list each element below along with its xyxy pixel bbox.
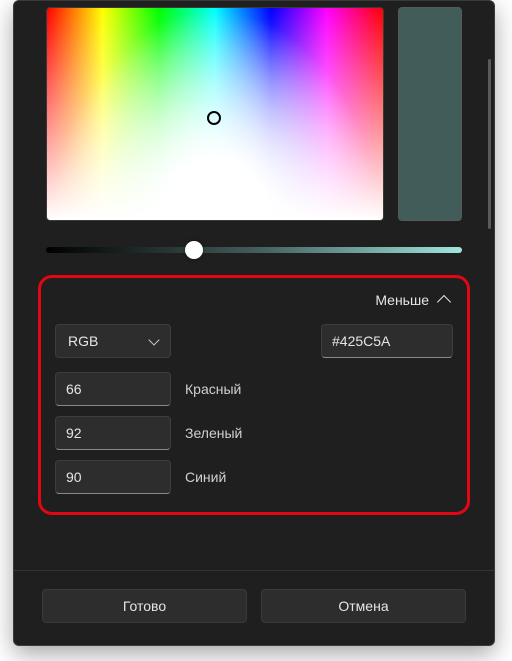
top-area	[14, 1, 494, 221]
green-label: Зеленый	[185, 425, 242, 441]
channel-row-red: 66 Красный	[55, 372, 453, 406]
value-slider-track[interactable]	[46, 247, 462, 253]
hex-input-value: #425C5A	[332, 333, 390, 349]
hex-input[interactable]: #425C5A	[321, 324, 453, 358]
ok-button[interactable]: Готово	[42, 589, 247, 623]
toggle-details[interactable]: Меньше	[55, 292, 453, 308]
cancel-button[interactable]: Отмена	[261, 589, 466, 623]
footer: Готово Отмена	[14, 570, 494, 645]
toggle-details-label: Меньше	[375, 292, 429, 308]
color-mode-select[interactable]: RGB	[55, 324, 171, 358]
red-input[interactable]: 66	[55, 372, 171, 406]
blue-input-value: 90	[66, 469, 82, 485]
value-slider-row	[14, 221, 494, 253]
green-input-value: 92	[66, 425, 82, 441]
chevron-down-icon	[148, 334, 159, 345]
scrollbar-thumb[interactable]	[488, 59, 491, 229]
red-input-value: 66	[66, 381, 82, 397]
green-input[interactable]: 92	[55, 416, 171, 450]
color-field[interactable]	[46, 7, 384, 221]
channel-row-blue: 90 Синий	[55, 460, 453, 494]
details-panel: Меньше RGB #425C5A 66 Красный 92 Зеленый	[38, 275, 470, 515]
chevron-up-icon	[437, 295, 451, 309]
sv-cursor[interactable]	[207, 111, 221, 125]
ok-button-label: Готово	[123, 598, 166, 614]
color-mode-value: RGB	[68, 333, 98, 349]
current-color-swatch	[398, 7, 462, 221]
blue-label: Синий	[185, 469, 226, 485]
red-label: Красный	[185, 381, 241, 397]
channel-row-green: 92 Зеленый	[55, 416, 453, 450]
color-picker-window: Меньше RGB #425C5A 66 Красный 92 Зеленый	[13, 0, 495, 646]
mode-row: RGB #425C5A	[55, 324, 453, 358]
value-slider-thumb[interactable]	[185, 241, 203, 259]
cancel-button-label: Отмена	[338, 598, 388, 614]
blue-input[interactable]: 90	[55, 460, 171, 494]
